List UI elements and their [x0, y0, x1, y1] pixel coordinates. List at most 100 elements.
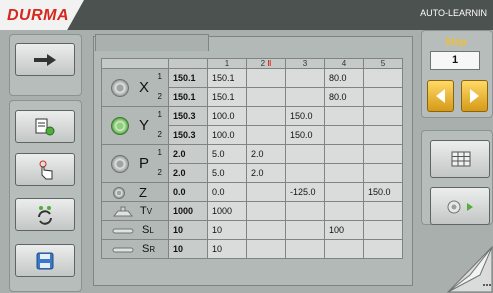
touch-button[interactable] [15, 153, 75, 186]
table-cell[interactable] [363, 163, 403, 183]
table-cell[interactable]: 100.0 [207, 125, 247, 145]
forward-arrow-icon [34, 53, 56, 66]
step-prev-button[interactable] [427, 80, 454, 112]
axis-sr-cell[interactable]: SR [101, 239, 169, 259]
table-cell[interactable] [324, 125, 364, 145]
table-cell[interactable]: 5.0 [207, 163, 247, 183]
table-cell[interactable] [324, 182, 364, 202]
table-cell[interactable] [285, 220, 325, 240]
step-next-button[interactable] [461, 80, 488, 112]
table-cell[interactable] [246, 239, 286, 259]
axis-y-sub2: 2 [157, 130, 162, 139]
col-header-2: 2 ‖ [246, 58, 286, 69]
table-cell[interactable]: 150.1 [207, 87, 247, 107]
table-cell[interactable] [246, 182, 286, 202]
axis-y-indicator-icon [111, 117, 129, 135]
axis-tv-cell[interactable]: TV [101, 201, 169, 221]
table-cell[interactable]: 10 [207, 239, 247, 259]
axis-y-label: Y [139, 117, 150, 134]
cnc-controller-screen: DURMA AUTO-LEARNIN 1 2 ‖ 3 4 5 X 1 2 150… [0, 0, 493, 293]
axis-x-cell[interactable]: X 1 2 [101, 68, 169, 107]
axis-z-indicator-icon [113, 187, 125, 199]
table-cell[interactable] [363, 125, 403, 145]
table-cell[interactable] [246, 87, 286, 107]
axis-sr-label: SR [142, 243, 156, 255]
step-marker-icon: ‖ [267, 59, 272, 68]
table-cell[interactable] [363, 239, 403, 259]
table-cell[interactable]: 80.0 [324, 68, 364, 88]
table-cell[interactable] [285, 163, 325, 183]
axis-reset-button[interactable] [430, 187, 490, 225]
axis-p-cell[interactable]: P 1 2 [101, 144, 169, 183]
table-cell[interactable] [363, 106, 403, 126]
save-button[interactable] [15, 244, 75, 277]
table-cell[interactable]: 100 [324, 220, 364, 240]
table-cell[interactable]: 2.0 [246, 163, 286, 183]
step-value[interactable]: 1 [430, 51, 480, 70]
table-cell[interactable]: 150.0 [285, 106, 325, 126]
axis-z-cell[interactable]: Z [101, 182, 169, 202]
axis-x-label: X [139, 79, 150, 96]
active-value: 10 [168, 239, 208, 259]
refresh-button[interactable] [15, 198, 75, 231]
table-cell[interactable] [363, 201, 403, 221]
header-active-blank [168, 58, 208, 69]
step-label: Step [445, 37, 467, 48]
table-row-tv: TV 1000 1000 [101, 201, 403, 221]
save-icon [36, 252, 54, 269]
table-cell[interactable] [285, 239, 325, 259]
col-header-5: 5 [363, 58, 403, 69]
axis-p-sub2: 2 [157, 168, 162, 177]
table-cell[interactable] [285, 87, 325, 107]
axis-x-sub1: 1 [157, 72, 162, 81]
axis-x-indicator-icon [111, 79, 129, 97]
table-cell[interactable]: -125.0 [285, 182, 325, 202]
col-header-4: 4 [324, 58, 364, 69]
program-button[interactable] [15, 110, 75, 143]
axis-sl-label: SL [142, 224, 154, 236]
table-cell[interactable] [246, 220, 286, 240]
table-cell[interactable]: 10 [207, 220, 247, 240]
table-row-sl: SL 10 10 100 [101, 220, 403, 240]
table-cell[interactable] [246, 201, 286, 221]
forward-button[interactable] [15, 43, 75, 76]
axis-sl-cell[interactable]: SL [101, 220, 169, 240]
table-cell[interactable] [246, 106, 286, 126]
table-cell[interactable] [363, 68, 403, 88]
table-row-x1: X 1 2 150.1 150.1 80.0 [101, 68, 403, 107]
arrow-left-icon [436, 89, 445, 103]
axis-p-label: P [139, 155, 150, 172]
active-value: 150.1 [168, 68, 208, 88]
table-cell[interactable] [324, 144, 364, 164]
table-cell[interactable]: 100.0 [207, 106, 247, 126]
table-cell[interactable]: 80.0 [324, 87, 364, 107]
table-cell[interactable] [363, 220, 403, 240]
table-cell[interactable]: 1000 [207, 201, 247, 221]
page-next-icon[interactable] [440, 245, 493, 293]
table-cell[interactable]: 150.1 [207, 68, 247, 88]
table-cell[interactable]: 2.0 [246, 144, 286, 164]
table-cell[interactable] [246, 68, 286, 88]
axis-y-cell[interactable]: Y 1 2 [101, 106, 169, 145]
axis-p-indicator-icon [111, 155, 129, 173]
col-header-1: 1 [207, 58, 247, 69]
table-cell[interactable] [285, 201, 325, 221]
table-cell[interactable] [324, 106, 364, 126]
table-cell[interactable]: 150.0 [285, 125, 325, 145]
table-cell[interactable] [363, 144, 403, 164]
table-row-p1: P 1 2 2.0 5.0 2.0 [101, 144, 403, 183]
table-cell[interactable] [324, 163, 364, 183]
axis-p-sub1: 1 [157, 148, 162, 157]
table-tab[interactable] [95, 34, 209, 51]
table-cell[interactable]: 150.0 [363, 182, 403, 202]
table-cell[interactable] [285, 68, 325, 88]
table-cell[interactable] [246, 125, 286, 145]
table-cell[interactable] [285, 144, 325, 164]
grid-view-button[interactable] [430, 140, 490, 178]
table-cell[interactable]: 0.0 [207, 182, 247, 202]
table-cell[interactable] [324, 239, 364, 259]
table-cell[interactable] [324, 201, 364, 221]
mode-label: AUTO-LEARNIN [420, 8, 487, 18]
table-cell[interactable] [363, 87, 403, 107]
table-cell[interactable]: 5.0 [207, 144, 247, 164]
